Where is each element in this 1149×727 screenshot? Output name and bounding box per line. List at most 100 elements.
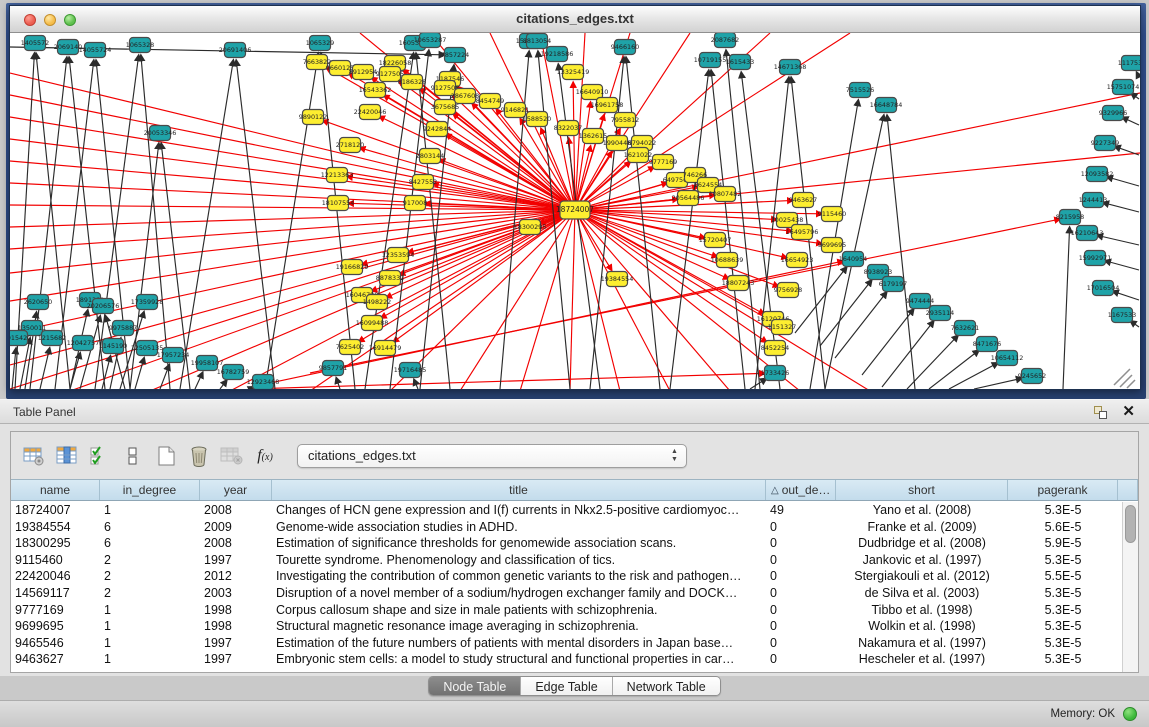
- table-cell-short[interactable]: Stergiakouli et al. (2012): [836, 568, 1008, 585]
- table-cell-pagerank[interactable]: 5.9E-5: [1008, 535, 1118, 552]
- network-node[interactable]: 9242844: [423, 122, 451, 137]
- table-cell-title[interactable]: Disruption of a novel member of a sodium…: [272, 585, 766, 602]
- network-node[interactable]: 13325419: [557, 65, 590, 80]
- network-node[interactable]: 9777169: [649, 155, 677, 170]
- function-builder-button[interactable]: f(x): [250, 441, 280, 471]
- row-height-button[interactable]: [118, 441, 148, 471]
- scrollbar-thumb[interactable]: [1125, 505, 1136, 543]
- network-node[interactable]: 9466160: [611, 40, 639, 55]
- table-cell-indegree[interactable]: 1: [100, 651, 200, 668]
- table-cell-pagerank[interactable]: 5.3E-5: [1008, 502, 1118, 519]
- table-cell-name[interactable]: 9777169: [11, 602, 100, 619]
- table-cell-short[interactable]: Dudbridge et al. (2008): [836, 535, 1008, 552]
- table-cell-title[interactable]: Estimation of the future numbers of pati…: [272, 635, 766, 652]
- table-row[interactable]: 911546021997Tourette syndrome. Phenomeno…: [11, 552, 1122, 569]
- table-cell-pagerank[interactable]: 5.6E-5: [1008, 519, 1118, 536]
- network-node[interactable]: 1151327: [768, 320, 796, 335]
- table-cell-year[interactable]: 2012: [200, 568, 272, 585]
- delete-column-button[interactable]: [184, 441, 214, 471]
- new-column-button[interactable]: [151, 441, 181, 471]
- table-cell-pagerank[interactable]: 5.3E-5: [1008, 618, 1118, 635]
- column-header-name[interactable]: name: [11, 480, 100, 500]
- network-node[interactable]: 7515526: [846, 83, 874, 98]
- network-node[interactable]: 7955812: [611, 113, 639, 128]
- table-cell-title[interactable]: Genome-wide association studies in ADHD.: [272, 519, 766, 536]
- network-node[interactable]: 16914479: [369, 341, 402, 356]
- table-cell-name[interactable]: 19384554: [11, 519, 100, 536]
- network-node[interactable]: 8427552: [409, 175, 437, 190]
- network-node[interactable]: 10719155: [694, 53, 727, 68]
- network-node[interactable]: 7625402: [336, 340, 364, 355]
- column-header-pagerank[interactable]: pagerank: [1008, 480, 1118, 500]
- table-cell-outde[interactable]: 0: [766, 635, 836, 652]
- table-row[interactable]: 1872400712008Changes of HCN gene express…: [11, 502, 1122, 519]
- table-cell-title[interactable]: Tourette syndrome. Phenomenology and cla…: [272, 552, 766, 569]
- network-node[interactable]: 16543362: [359, 83, 392, 98]
- table-cell-name[interactable]: 14569117: [11, 585, 100, 602]
- network-node[interactable]: 8215958: [1056, 210, 1084, 225]
- network-node[interactable]: 2718120: [336, 138, 364, 153]
- table-cell-indegree[interactable]: 6: [100, 535, 200, 552]
- column-header-year[interactable]: year: [200, 480, 272, 500]
- table-cell-outde[interactable]: 0: [766, 535, 836, 552]
- table-cell-year[interactable]: 1998: [200, 602, 272, 619]
- network-node[interactable]: 15992971: [1079, 251, 1112, 266]
- network-node[interactable]: 8452254: [761, 341, 789, 356]
- network-canvas-svg[interactable]: 7663822966012589129541822605891275058186…: [10, 33, 1140, 389]
- network-node[interactable]: 8813054: [523, 34, 551, 49]
- table-row[interactable]: 1456911722003Disruption of a novel membe…: [11, 585, 1122, 602]
- table-row[interactable]: 946362711997Embryonic stem cells: a mode…: [11, 651, 1122, 668]
- table-cell-pagerank[interactable]: 5.3E-5: [1008, 602, 1118, 619]
- table-cell-year[interactable]: 2008: [200, 535, 272, 552]
- network-node[interactable]: 1640954: [839, 252, 867, 267]
- table-cell-pagerank[interactable]: 5.5E-5: [1008, 568, 1118, 585]
- table-cell-name[interactable]: 18724007: [11, 502, 100, 519]
- table-cell-indegree[interactable]: 1: [100, 635, 200, 652]
- table-cell-title[interactable]: Changes of HCN gene expression and I(f) …: [272, 502, 766, 519]
- network-node[interactable]: 7857224: [441, 48, 469, 63]
- network-node[interactable]: 3675685: [431, 100, 459, 115]
- network-node[interactable]: 16648784: [870, 98, 903, 113]
- table-cell-pagerank[interactable]: 5.3E-5: [1008, 635, 1118, 652]
- table-row[interactable]: 1830029562008Estimation of significance …: [11, 535, 1122, 552]
- network-node[interactable]: 1065329: [306, 36, 334, 51]
- table-cell-short[interactable]: Tibbo et al. (1998): [836, 602, 1008, 619]
- network-node[interactable]: 7632621: [951, 321, 979, 336]
- network-node[interactable]: 9699695: [818, 238, 846, 253]
- table-cell-outde[interactable]: 0: [766, 519, 836, 536]
- network-node[interactable]: 14055724: [79, 43, 112, 58]
- table-row[interactable]: 977716911998Corpus callosum shape and si…: [11, 602, 1122, 619]
- table-row[interactable]: 946554611997Estimation of the future num…: [11, 635, 1122, 652]
- network-node[interactable]: 20691406: [219, 43, 252, 58]
- network-node[interactable]: 9463627: [789, 193, 817, 208]
- network-node[interactable]: 8878332: [376, 271, 404, 286]
- network-node[interactable]: 8471676: [973, 337, 1001, 352]
- network-node[interactable]: 19384554: [601, 272, 634, 287]
- network-node[interactable]: 6179197: [879, 277, 907, 292]
- vertical-scrollbar[interactable]: [1122, 502, 1138, 672]
- column-format-button[interactable]: [52, 441, 82, 471]
- column-header-title[interactable]: title: [272, 480, 766, 500]
- network-node[interactable]: 8186328: [398, 75, 426, 90]
- column-header-outde[interactable]: △out_de…: [766, 480, 836, 500]
- table-row[interactable]: 2242004622012Investigating the contribut…: [11, 568, 1122, 585]
- table-cell-outde[interactable]: 0: [766, 552, 836, 569]
- table-row[interactable]: 1938455462009Genome-wide association stu…: [11, 519, 1122, 536]
- tab-edge-table[interactable]: Edge Table: [521, 677, 612, 696]
- network-node[interactable]: 1215682: [38, 331, 66, 346]
- column-header-indegree[interactable]: in_degree: [100, 480, 200, 500]
- tab-node-table[interactable]: Node Table: [429, 677, 521, 696]
- network-node[interactable]: 1405572: [21, 36, 49, 51]
- table-cell-year[interactable]: 1997: [200, 552, 272, 569]
- table-cell-short[interactable]: de Silva et al. (2003): [836, 585, 1008, 602]
- table-cell-name[interactable]: 9115460: [11, 552, 100, 569]
- table-cell-short[interactable]: Franke et al. (2009): [836, 519, 1008, 536]
- network-node[interactable]: 1065328: [126, 38, 154, 53]
- network-canvas[interactable]: 7663822966012589129541822605891275058186…: [10, 33, 1140, 389]
- table-row[interactable]: 969969511998Structural magnetic resonanc…: [11, 618, 1122, 635]
- table-cell-short[interactable]: Nakamura et al. (1997): [836, 635, 1008, 652]
- table-cell-short[interactable]: Yano et al. (2008): [836, 502, 1008, 519]
- table-cell-pagerank[interactable]: 5.3E-5: [1008, 651, 1118, 668]
- table-cell-year[interactable]: 2009: [200, 519, 272, 536]
- table-cell-indegree[interactable]: 1: [100, 602, 200, 619]
